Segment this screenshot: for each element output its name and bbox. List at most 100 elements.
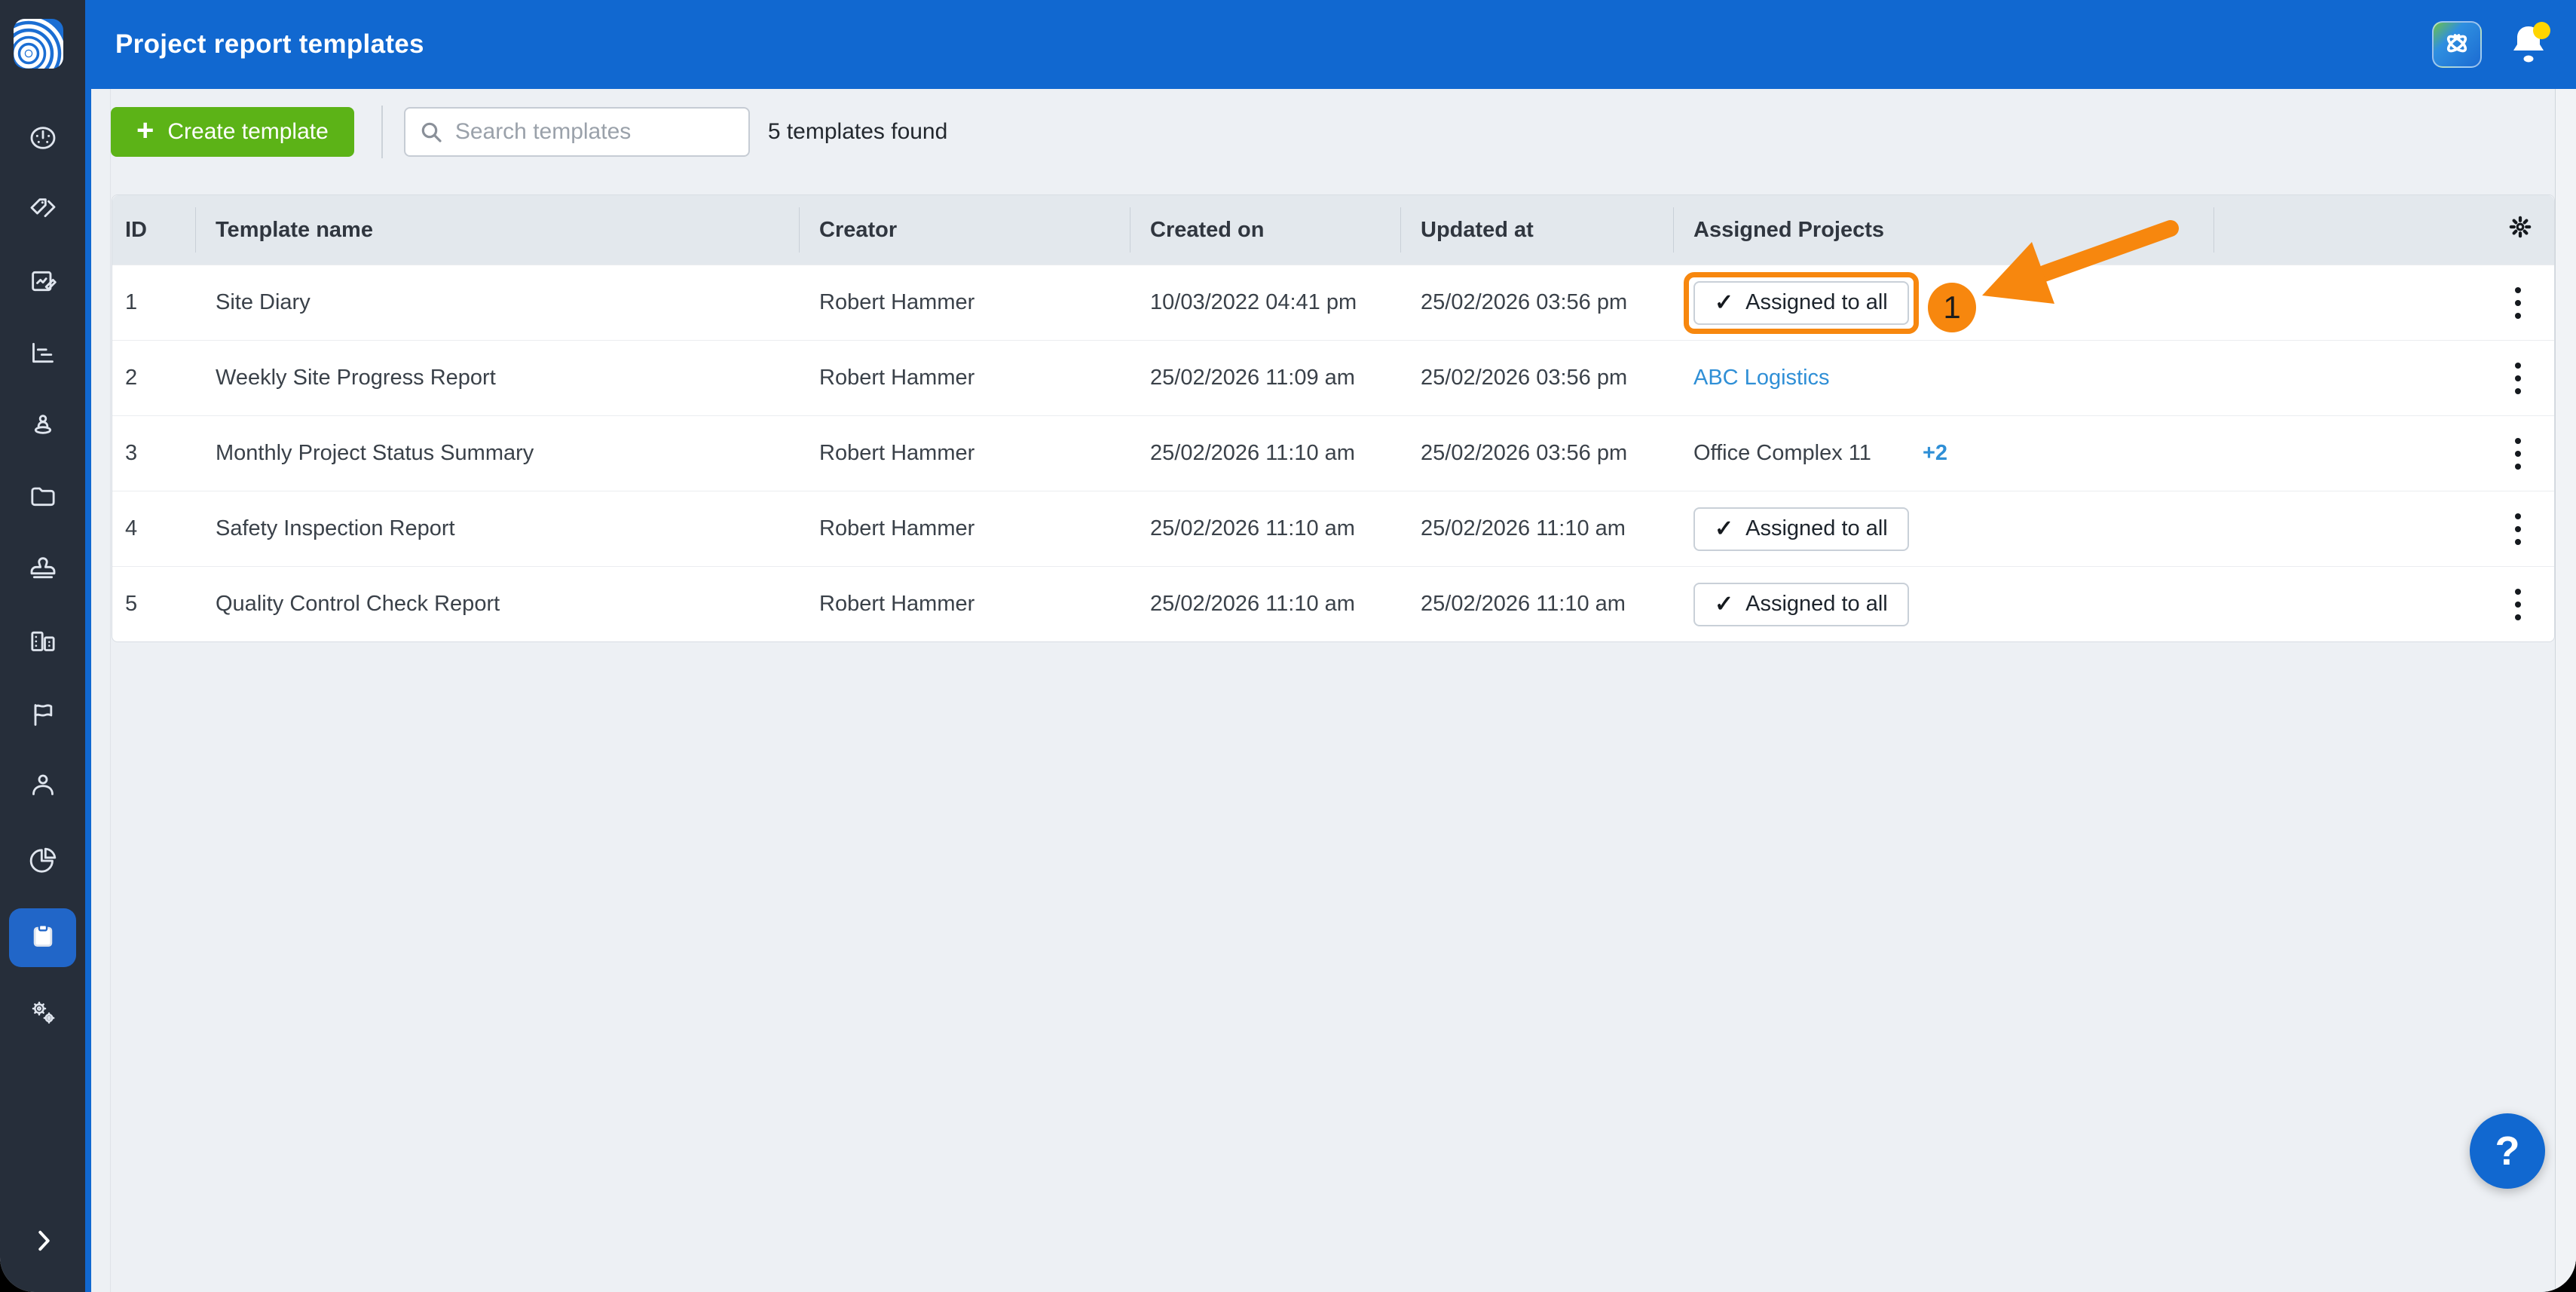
table-row: 1 Site Diary Robert Hammer 10/03/2022 04… xyxy=(112,265,2554,340)
sidebar-expand-button[interactable] xyxy=(0,1212,85,1272)
col-header-created-on[interactable]: Created on xyxy=(1130,207,1401,253)
app-logo xyxy=(14,19,63,70)
sidebar-item-forms[interactable] xyxy=(0,253,85,313)
cell-creator: Robert Hammer xyxy=(800,341,1130,415)
create-template-button[interactable]: + Create template xyxy=(111,107,354,157)
sidebar-item-dashboard[interactable] xyxy=(0,109,85,170)
chevron-right-icon xyxy=(29,1227,57,1258)
col-header-id[interactable]: ID xyxy=(112,207,196,253)
cell-assigned-projects: ✓ Assigned to all xyxy=(1674,491,2214,566)
col-header-updated-at[interactable]: Updated at xyxy=(1401,207,1674,253)
row-menu-kebab-icon[interactable] xyxy=(2510,584,2526,625)
sidebar xyxy=(0,0,91,1292)
clipboard-icon xyxy=(28,921,58,955)
notification-badge xyxy=(2533,22,2550,39)
notifications-button[interactable] xyxy=(2511,23,2546,66)
app-window: Project report templates xyxy=(0,0,2576,1292)
cell-template-name: Safety Inspection Report xyxy=(196,491,800,566)
search-box xyxy=(404,107,750,157)
cell-creator: Robert Hammer xyxy=(800,416,1130,491)
templates-table: ID Template name Creator Created on Upda… xyxy=(112,194,2555,642)
row-menu-kebab-icon[interactable] xyxy=(2510,433,2526,474)
more-projects-badge[interactable]: +2 xyxy=(1923,441,1947,466)
tags-icon xyxy=(28,194,58,228)
column-settings-gear-icon[interactable] xyxy=(2507,214,2533,246)
table-row: 2 Weekly Site Progress Report Robert Ham… xyxy=(112,340,2554,415)
sidebar-item-issues[interactable] xyxy=(0,686,85,746)
cell-id: 2 xyxy=(112,341,196,415)
stamp-icon xyxy=(28,553,58,587)
cell-actions xyxy=(2214,491,2556,566)
table-row: 4 Safety Inspection Report Robert Hammer… xyxy=(112,491,2554,566)
cell-created-on: 25/02/2026 11:10 am xyxy=(1130,491,1401,566)
plus-icon: + xyxy=(136,115,154,145)
sidebar-item-contacts[interactable] xyxy=(0,756,85,816)
cell-assigned-projects: ✓ Assigned to all xyxy=(1674,567,2214,641)
sidebar-item-documents[interactable] xyxy=(0,467,85,528)
check-icon: ✓ xyxy=(1715,516,1733,542)
cell-creator: Robert Hammer xyxy=(800,491,1130,566)
cell-creator: Robert Hammer xyxy=(800,265,1130,340)
assigned-to-all-button[interactable]: ✓ Assigned to all xyxy=(1693,583,1909,626)
col-header-template-name[interactable]: Template name xyxy=(196,207,800,253)
assigned-to-all-button[interactable]: ✓ Assigned to all xyxy=(1693,507,1909,551)
col-header-creator[interactable]: Creator xyxy=(800,207,1130,253)
sidebar-item-site[interactable] xyxy=(0,396,85,456)
form-signature-icon xyxy=(28,266,58,300)
assigned-label: Assigned to all xyxy=(1745,592,1888,617)
sidebar-item-analytics[interactable] xyxy=(0,832,85,892)
table-header: ID Template name Creator Created on Upda… xyxy=(112,195,2554,265)
annotation-step-number: 1 xyxy=(1943,289,1960,326)
cell-updated-at: 25/02/2026 11:10 am xyxy=(1401,491,1674,566)
cell-actions xyxy=(2214,567,2556,641)
main-content: + Create template 5 templates found ID T… xyxy=(91,89,2576,1292)
cell-template-name: Monthly Project Status Summary xyxy=(196,416,800,491)
check-icon: ✓ xyxy=(1715,289,1733,316)
col-header-assigned-projects[interactable]: Assigned Projects xyxy=(1674,207,2214,253)
help-button[interactable]: ? xyxy=(2470,1113,2545,1189)
cell-created-on: 25/02/2026 11:10 am xyxy=(1130,567,1401,641)
sidebar-item-planning[interactable] xyxy=(0,324,85,384)
create-template-label: Create template xyxy=(167,119,328,145)
col-header-actions[interactable] xyxy=(2214,207,2556,253)
cell-updated-at: 25/02/2026 03:56 pm xyxy=(1401,416,1674,491)
sidebar-item-report-templates[interactable] xyxy=(9,908,76,967)
cell-created-on: 10/03/2022 04:41 pm xyxy=(1130,265,1401,340)
scrollbar-gutter[interactable] xyxy=(2556,89,2576,1292)
search-input[interactable] xyxy=(404,107,750,157)
assistant-icon xyxy=(2441,28,2473,62)
sidebar-item-approvals[interactable] xyxy=(0,540,85,600)
cell-updated-at: 25/02/2026 03:56 pm xyxy=(1401,265,1674,340)
cell-actions xyxy=(2214,416,2556,491)
cell-creator: Robert Hammer xyxy=(800,567,1130,641)
cell-id: 5 xyxy=(112,567,196,641)
assigned-label: Assigned to all xyxy=(1745,290,1888,315)
assigned-project-link[interactable]: ABC Logistics xyxy=(1693,366,1830,390)
sidebar-item-tags[interactable] xyxy=(0,181,85,241)
cell-template-name: Site Diary xyxy=(196,265,800,340)
toolbar: + Create template 5 templates found xyxy=(111,106,947,158)
check-icon: ✓ xyxy=(1715,591,1733,617)
assigned-to-all-button[interactable]: ✓ Assigned to all xyxy=(1693,281,1909,325)
sidebar-item-companies[interactable] xyxy=(0,612,85,672)
assigned-label: Assigned to all xyxy=(1745,516,1888,541)
toolbar-divider xyxy=(381,106,383,158)
annotation-highlight-ring: ✓ Assigned to all xyxy=(1684,272,1919,334)
sidebar-item-settings[interactable] xyxy=(0,984,85,1044)
cell-updated-at: 25/02/2026 03:56 pm xyxy=(1401,341,1674,415)
cell-template-name: Quality Control Check Report xyxy=(196,567,800,641)
row-menu-kebab-icon[interactable] xyxy=(2510,358,2526,399)
assistant-button[interactable] xyxy=(2432,21,2482,68)
question-mark-icon: ? xyxy=(2495,1128,2520,1174)
row-menu-kebab-icon[interactable] xyxy=(2510,283,2526,323)
cell-created-on: 25/02/2026 11:09 am xyxy=(1130,341,1401,415)
cell-assigned-projects: Office Complex 11 +2 xyxy=(1674,416,2214,491)
cell-template-name: Weekly Site Progress Report xyxy=(196,341,800,415)
cell-updated-at: 25/02/2026 11:10 am xyxy=(1401,567,1674,641)
row-menu-kebab-icon[interactable] xyxy=(2510,509,2526,550)
folder-icon xyxy=(28,481,58,515)
pie-chart-icon xyxy=(28,846,58,880)
notification-bell-icon xyxy=(2511,54,2546,67)
content-left-divider xyxy=(110,89,111,1292)
dashboard-gauge-icon xyxy=(28,123,58,157)
